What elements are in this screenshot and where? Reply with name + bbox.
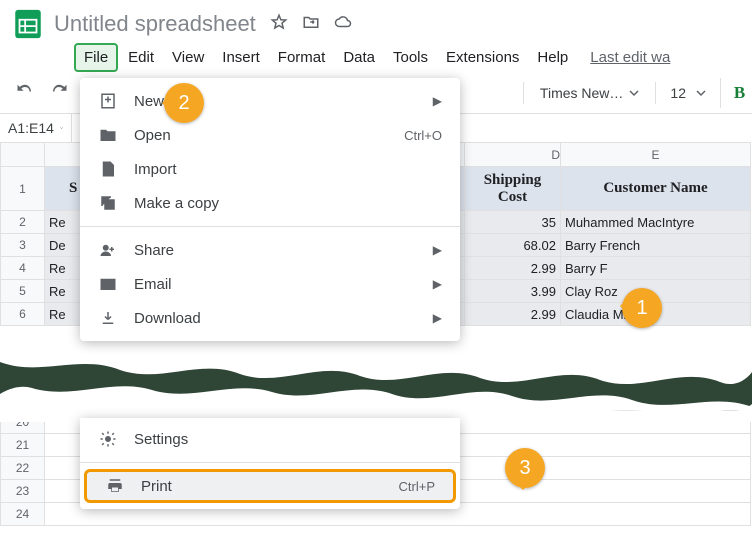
file-menu-new[interactable]: New ▶: [80, 84, 460, 118]
file-menu-open[interactable]: Open Ctrl+O: [80, 118, 460, 152]
annotation-callout-2: 2: [164, 83, 204, 123]
row-header[interactable]: 1: [1, 167, 45, 211]
row-header[interactable]: 21: [1, 434, 45, 457]
menu-item-label: Open: [134, 127, 388, 144]
cell[interactable]: 3.99: [465, 280, 561, 303]
row-header[interactable]: 24: [1, 503, 45, 526]
file-menu-download[interactable]: Download ▶: [80, 301, 460, 335]
submenu-arrow-icon: ▶: [433, 94, 442, 108]
name-box-value: A1:E14: [8, 120, 54, 136]
cell[interactable]: Barry F: [561, 257, 751, 280]
move-icon[interactable]: [302, 13, 320, 36]
column-header[interactable]: E: [561, 143, 751, 167]
import-icon: [98, 160, 118, 178]
menu-item-label: Download: [134, 310, 417, 327]
toolbar-separator: [523, 82, 524, 104]
redo-icon[interactable]: [50, 81, 68, 104]
menu-extensions[interactable]: Extensions: [438, 45, 527, 70]
file-menu-share[interactable]: Share ▶: [80, 233, 460, 267]
new-file-icon: [98, 92, 118, 110]
folder-icon: [98, 126, 118, 144]
bold-button[interactable]: B: [720, 78, 750, 108]
star-icon[interactable]: [270, 13, 288, 36]
menu-divider: [80, 226, 460, 227]
share-icon: [98, 241, 118, 259]
last-edit-link[interactable]: Last edit wa: [590, 49, 670, 66]
menu-item-label: Email: [134, 276, 417, 293]
cell[interactable]: Barry French: [561, 234, 751, 257]
chevron-down-icon: [60, 124, 63, 132]
menu-item-label: Print: [141, 478, 383, 495]
toolbar-separator: [655, 82, 656, 104]
menu-bar: File Edit View Insert Format Data Tools …: [0, 42, 752, 72]
row-header[interactable]: 22: [1, 457, 45, 480]
file-menu-email[interactable]: Email ▶: [80, 267, 460, 301]
file-menu-make-copy[interactable]: Make a copy: [80, 186, 460, 220]
menu-insert[interactable]: Insert: [214, 45, 268, 70]
menu-edit[interactable]: Edit: [120, 45, 162, 70]
undo-icon[interactable]: [16, 81, 34, 104]
download-icon: [98, 309, 118, 327]
submenu-arrow-icon: ▶: [433, 277, 442, 291]
copy-icon: [98, 194, 118, 212]
document-title[interactable]: Untitled spreadsheet: [54, 11, 256, 37]
cell[interactable]: Muhammed MacIntyre: [561, 211, 751, 234]
row-header[interactable]: 4: [1, 257, 45, 280]
row-header[interactable]: 20: [1, 411, 45, 434]
cell[interactable]: 35: [465, 211, 561, 234]
email-icon: [98, 275, 118, 293]
menu-view[interactable]: View: [164, 45, 212, 70]
select-all-cell[interactable]: [1, 143, 45, 167]
font-size-select[interactable]: 12: [664, 81, 712, 105]
file-menu-import[interactable]: Import: [80, 152, 460, 186]
gear-icon: [98, 430, 118, 448]
cell[interactable]: Customer Name: [561, 167, 751, 211]
cell[interactable]: 68.02: [465, 234, 561, 257]
menu-item-label: Make a copy: [134, 195, 442, 212]
menu-tools[interactable]: Tools: [385, 45, 436, 70]
cloud-status-icon[interactable]: [334, 13, 352, 36]
menu-format[interactable]: Format: [270, 45, 334, 70]
menu-item-label: Import: [134, 161, 442, 178]
font-family-label: Times New…: [540, 85, 624, 101]
column-header[interactable]: D: [465, 143, 561, 167]
row-header[interactable]: 23: [1, 480, 45, 503]
cell[interactable]: 2.99: [465, 303, 561, 326]
row-header[interactable]: 3: [1, 234, 45, 257]
font-family-select[interactable]: Times New…: [532, 81, 648, 105]
submenu-arrow-icon: ▶: [433, 243, 442, 257]
menu-divider: [80, 462, 460, 463]
menu-item-label: Settings: [134, 431, 442, 448]
menu-file[interactable]: File: [74, 43, 118, 72]
annotation-callout-3: 3: [505, 448, 545, 488]
font-size-label: 12: [670, 85, 686, 101]
annotation-callout-1: 1: [622, 288, 662, 328]
menu-item-label: Share: [134, 242, 417, 259]
file-menu-settings[interactable]: Settings: [80, 422, 460, 456]
row-header[interactable]: 6: [1, 303, 45, 326]
row-header[interactable]: 5: [1, 280, 45, 303]
submenu-arrow-icon: ▶: [433, 311, 442, 325]
name-box[interactable]: A1:E14: [0, 114, 72, 142]
row-header[interactable]: 2: [1, 211, 45, 234]
file-menu-dropdown: New ▶ Open Ctrl+O Import Make a copy Sha…: [80, 78, 460, 341]
file-menu-dropdown-lower: Settings Print Ctrl+P: [80, 418, 460, 509]
shortcut-label: Ctrl+O: [404, 128, 442, 143]
chevron-down-icon: [696, 88, 706, 98]
sheets-logo[interactable]: [8, 4, 48, 44]
chevron-down-icon: [629, 88, 639, 98]
menu-help[interactable]: Help: [529, 45, 576, 70]
shortcut-label: Ctrl+P: [399, 479, 435, 494]
cell[interactable]: 2.99: [465, 257, 561, 280]
menu-data[interactable]: Data: [335, 45, 383, 70]
cell[interactable]: Shipping Cost: [465, 167, 561, 211]
title-bar: Untitled spreadsheet: [0, 0, 752, 42]
print-icon: [105, 477, 125, 495]
file-menu-print[interactable]: Print Ctrl+P: [84, 469, 456, 503]
